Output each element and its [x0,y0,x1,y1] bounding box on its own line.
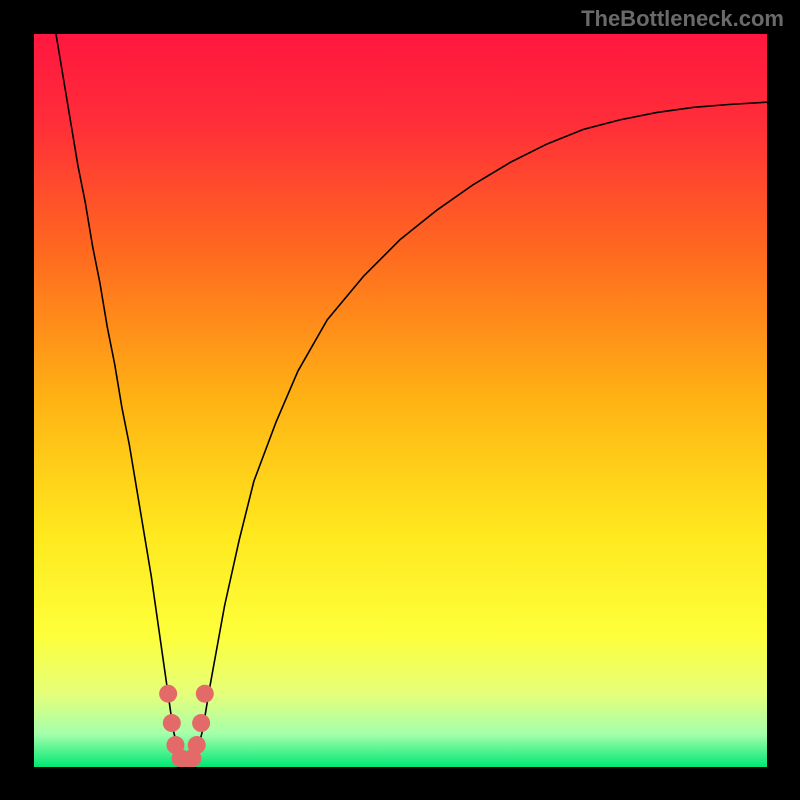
chart-background [34,34,767,767]
marker-dot [192,714,210,732]
chart-frame: TheBottleneck.com [0,0,800,800]
chart-plot-area [34,34,767,767]
marker-dot [196,685,214,703]
marker-dot [159,685,177,703]
watermark-text: TheBottleneck.com [581,6,784,32]
marker-dot [163,714,181,732]
marker-dot [188,736,206,754]
chart-svg [34,34,767,767]
